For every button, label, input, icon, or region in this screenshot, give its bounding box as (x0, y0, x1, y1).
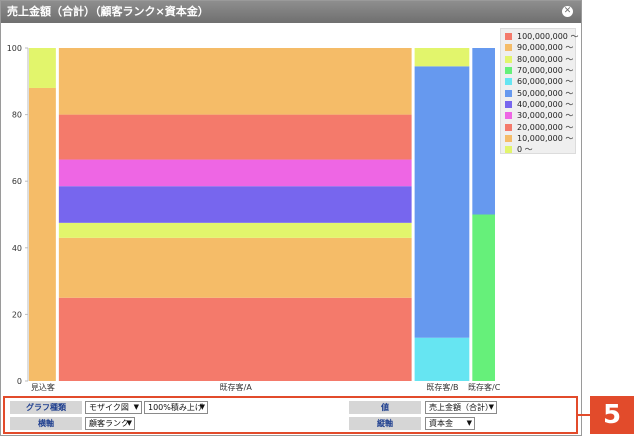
x-tick-label: 見込客 (31, 382, 55, 392)
legend-label: 0 ～ (517, 145, 533, 155)
legend-item[interactable]: 20,000,000 ～ (505, 121, 575, 132)
y-tick-label: 100 (7, 44, 22, 53)
mosaic-cell[interactable] (472, 48, 495, 215)
mosaic-cell[interactable] (58, 222, 412, 238)
mosaic-cell[interactable] (58, 48, 412, 115)
chevron-down-icon: ▼ (466, 419, 472, 427)
annotation-badge: 5 (590, 396, 634, 434)
legend-item[interactable]: 70,000,000 ～ (505, 65, 575, 76)
legend-label: 70,000,000 ～ (517, 66, 574, 76)
annotation-connector (578, 414, 590, 416)
legend-swatch (505, 112, 512, 120)
graph-type-select[interactable]: モザイク図 ▼ (85, 401, 142, 414)
horizontal-axis-label: 横軸 (10, 417, 82, 430)
vertical-axis-value: 資本金 (429, 419, 453, 428)
mosaic-cell[interactable] (414, 48, 470, 67)
y-tick-label: 80 (12, 111, 22, 120)
chevron-down-icon: ▼ (199, 403, 205, 411)
x-tick-label: 既存客/B (426, 382, 458, 392)
mosaic-cell[interactable] (58, 114, 412, 160)
horizontal-axis-value: 顧客ランク (89, 419, 129, 428)
y-tick-label: 20 (12, 310, 22, 319)
legend-swatch (505, 55, 512, 63)
mosaic-cell[interactable] (472, 214, 495, 382)
mosaic-cell[interactable] (29, 48, 56, 88)
legend-label: 10,000,000 ～ (517, 133, 574, 143)
legend-item[interactable]: 80,000,000 ～ (505, 54, 575, 65)
legend-label: 100,000,000 ～ (517, 32, 579, 42)
mosaic-cell[interactable] (58, 159, 412, 187)
legend-item[interactable]: 60,000,000 ～ (505, 76, 575, 87)
legend-swatch (505, 89, 512, 97)
legend-swatch (505, 123, 512, 131)
value-label: 値 (349, 401, 421, 414)
legend-label: 60,000,000 ～ (517, 77, 574, 87)
legend-label: 90,000,000 ～ (517, 43, 574, 53)
chart-legend: 100,000,000 ～ 90,000,000 ～ 80,000,000 ～ 70,… (500, 28, 579, 155)
window-title: 売上金額（合計）（顧客ランク×資本金） (7, 5, 209, 18)
legend-swatch (505, 44, 512, 52)
legend-item[interactable]: 10,000,000 ～ (505, 133, 575, 144)
legend-swatch (505, 78, 512, 86)
chevron-down-icon: ▼ (133, 403, 139, 411)
value-value: 売上金額（合計） (429, 403, 493, 412)
chart-area: 0 20 40 60 80 100 見込客 既存客/A 既存客/B 既存客/C (1, 23, 581, 393)
legend-label: 40,000,000 ～ (517, 99, 574, 109)
mosaic-cell[interactable] (58, 297, 412, 381)
stack-mode-value: 100%積み上げ (148, 403, 203, 412)
graph-type-value: モザイク図 (89, 403, 129, 412)
chart-window: 売上金額（合計）（顧客ランク×資本金） ✕ 0 20 40 60 80 100 見込客 既存客… (0, 0, 582, 436)
legend-item[interactable]: 90,000,000 ～ (505, 42, 575, 53)
mosaic-cell[interactable] (414, 337, 470, 381)
legend-swatch (505, 100, 512, 108)
horizontal-axis-select[interactable]: 顧客ランク ▼ (85, 417, 135, 430)
stack-mode-select[interactable]: 100%積み上げ ▼ (144, 401, 208, 414)
legend-swatch (505, 134, 512, 142)
y-tick-label: 60 (12, 177, 22, 186)
legend-label: 20,000,000 ～ (517, 122, 574, 132)
chart-controls: グラフ種類 モザイク図 ▼ 100%積み上げ ▼ 横軸 顧客ランク ▼ 値 売上… (3, 396, 578, 434)
legend-swatch (505, 146, 512, 154)
legend-item[interactable]: 100,000,000 ～ (505, 31, 579, 42)
legend-label: 50,000,000 ～ (517, 88, 574, 98)
mosaic-cell[interactable] (58, 186, 412, 223)
legend-item[interactable]: 40,000,000 ～ (505, 99, 575, 110)
vertical-axis-label: 縦軸 (349, 417, 421, 430)
legend-swatch (505, 33, 512, 41)
close-icon[interactable]: ✕ (562, 6, 573, 17)
chevron-down-icon: ▼ (488, 403, 494, 411)
chevron-down-icon: ▼ (126, 419, 132, 427)
x-tick-label: 既存客/A (220, 382, 253, 392)
legend-item[interactable]: 30,000,000 ～ (505, 110, 575, 121)
legend-label: 80,000,000 ～ (517, 54, 574, 64)
legend-swatch (505, 67, 512, 75)
window-titlebar: 売上金額（合計）（顧客ランク×資本金） ✕ (1, 1, 581, 23)
x-tick-label: 既存客/C (468, 382, 501, 392)
mosaic-cell[interactable] (414, 66, 470, 338)
legend-item[interactable]: 0 ～ (505, 144, 575, 155)
value-select[interactable]: 売上金額（合計） ▼ (425, 401, 497, 414)
graph-type-label: グラフ種類 (10, 401, 82, 414)
legend-label: 30,000,000 ～ (517, 111, 574, 121)
legend-item[interactable]: 50,000,000 ～ (505, 87, 575, 98)
y-tick-label: 40 (12, 244, 22, 253)
y-tick-label: 0 (17, 377, 22, 386)
mosaic-cell[interactable] (29, 87, 56, 382)
vertical-axis-select[interactable]: 資本金 ▼ (425, 417, 475, 430)
mosaic-chart: 0 20 40 60 80 100 見込客 既存客/A 既存客/B 既存客/C (7, 44, 501, 392)
mosaic-cell[interactable] (58, 237, 412, 298)
